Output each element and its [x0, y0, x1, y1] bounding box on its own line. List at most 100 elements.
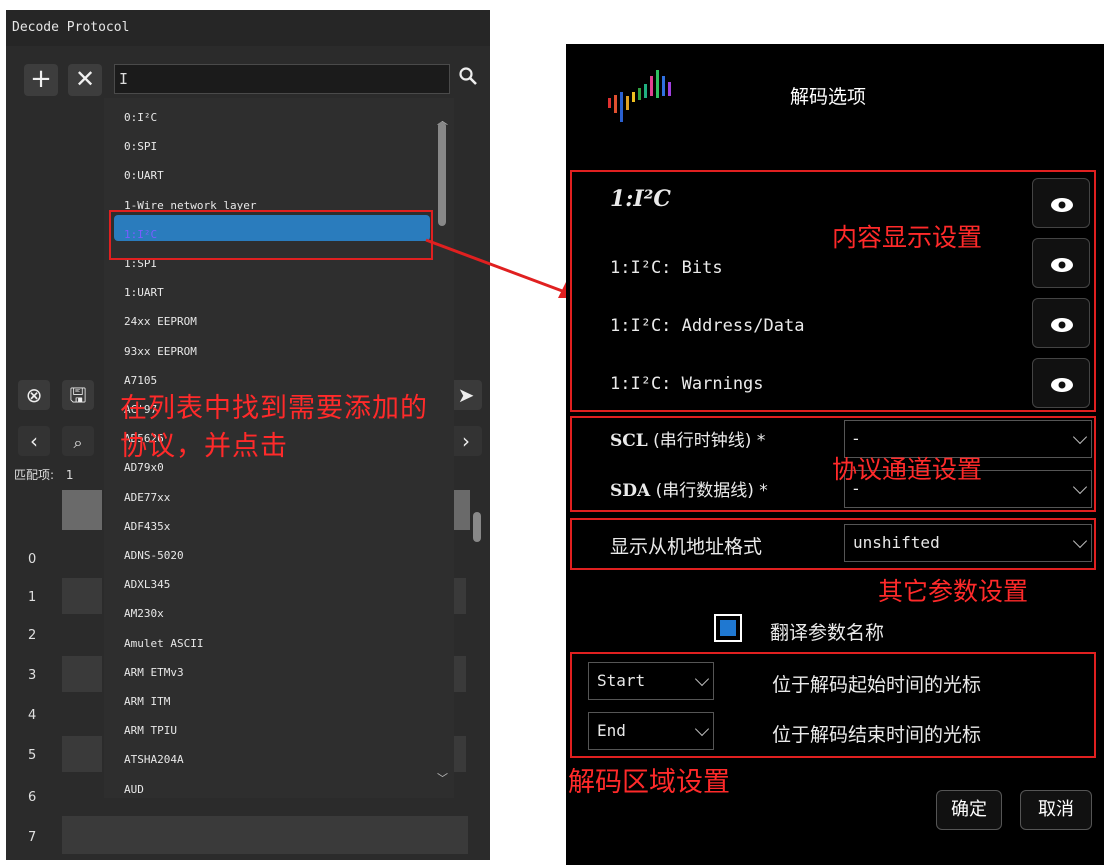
toggle-visibility-button[interactable] — [1032, 178, 1090, 228]
ok-button[interactable]: 确定 — [936, 790, 1002, 830]
end-value: End — [597, 721, 626, 740]
clock-icon: ⊗ — [25, 383, 43, 407]
protocol-list-item[interactable]: ADNS-5020 — [124, 546, 184, 566]
translate-checkbox[interactable] — [714, 614, 742, 642]
sda-label: SDA (串行数据线) * — [610, 476, 768, 501]
chevron-down-icon — [1072, 429, 1088, 445]
toggle-visibility-button[interactable] — [1032, 298, 1090, 348]
search-icon[interactable] — [456, 62, 482, 92]
table-header-cell — [452, 490, 470, 530]
search-icon: ⌕ — [73, 433, 83, 452]
row-number: 0 — [28, 552, 37, 567]
plus-icon: + — [30, 64, 52, 94]
content-row-label: 1:I²C: Bits — [610, 258, 723, 278]
scl-desc: (串行时钟线) — [653, 431, 752, 451]
protocol-list-item[interactable]: 0:UART — [124, 166, 164, 186]
scroll-down-icon[interactable]: ﹀ — [437, 770, 448, 786]
cancel-button[interactable]: 取消 — [1020, 790, 1092, 830]
find-button[interactable]: ⌕ — [62, 426, 94, 456]
content-row-label: 1:I²C: Address/Data — [610, 316, 805, 336]
scrollbar-thumb[interactable] — [438, 122, 446, 226]
table-cell — [62, 656, 102, 692]
table-cell — [62, 736, 102, 772]
protocol-search-input[interactable]: I — [114, 64, 450, 94]
protocol-list-item[interactable]: ATSHA204A — [124, 750, 184, 770]
table-row[interactable] — [62, 816, 468, 854]
table-scrollbar[interactable] — [472, 490, 482, 860]
dialog-title: 解码选项 — [790, 86, 867, 108]
protocol-list-item[interactable]: ADF435x — [124, 517, 170, 537]
save-icon: 🖫 — [69, 383, 87, 407]
protocol-list-item[interactable]: ADE77xx — [124, 488, 170, 508]
add-protocol-button[interactable]: + — [24, 64, 58, 96]
red-arrow — [425, 238, 578, 298]
timer-button[interactable]: ⊗ — [18, 380, 50, 410]
scl-label: SCL (串行时钟线) * — [610, 426, 765, 451]
table-cell — [452, 656, 466, 692]
end-cursor-select[interactable]: End — [588, 712, 714, 750]
protocol-list-item[interactable]: 0:SPI — [124, 137, 157, 157]
match-count: 1 — [65, 468, 74, 482]
table-header-cell — [62, 490, 102, 530]
checkbox-checked-mark — [720, 620, 736, 636]
table-cell — [452, 578, 466, 614]
slave-address-format-select[interactable]: unshifted — [844, 524, 1092, 562]
protocol-list-item[interactable]: ADXL345 — [124, 575, 170, 595]
toggle-visibility-button[interactable] — [1032, 358, 1090, 408]
previous-button[interactable]: ‹ — [18, 426, 50, 456]
protocol-list-item[interactable]: ARM TPIU — [124, 721, 177, 741]
end-cursor-label: 位于解码结束时间的光标 — [772, 724, 982, 746]
protocol-list-item[interactable]: 0:I²C — [124, 108, 157, 128]
chevron-down-icon — [694, 671, 710, 687]
next-button[interactable]: › — [450, 426, 482, 456]
start-cursor-select[interactable]: Start — [588, 662, 714, 700]
content-row-label: 1:I²C — [610, 186, 671, 212]
protocol-list-item[interactable]: A7105 — [124, 371, 157, 391]
app-logo-icon — [608, 70, 671, 122]
row-number: 1 — [28, 590, 37, 605]
toggle-visibility-button[interactable] — [1032, 238, 1090, 288]
translate-label: 翻译参数名称 — [770, 622, 885, 644]
chevron-down-icon — [694, 721, 710, 737]
protocol-list-item[interactable]: 1:UART — [124, 283, 164, 303]
slave-format-value: unshifted — [853, 533, 940, 552]
protocol-list-item[interactable]: ARM ETMv3 — [124, 663, 184, 683]
protocol-list-item[interactable]: Amulet ASCII — [124, 634, 203, 654]
row-number: 3 — [28, 668, 37, 683]
match-count-label: 匹配项: 1 — [14, 466, 74, 483]
match-label: 匹配项: — [14, 468, 55, 482]
content-row-label: 1:I²C: Warnings — [610, 374, 764, 394]
remove-protocol-button[interactable]: ✕ — [68, 64, 102, 96]
chevron-left-icon: ‹ — [30, 429, 38, 453]
row-number: 6 — [28, 790, 37, 805]
required-mark: * — [759, 481, 768, 501]
navigation-arrow-icon: ➤ — [457, 383, 475, 407]
row-number: 2 — [28, 628, 37, 643]
table-cell — [452, 736, 466, 772]
save-button[interactable]: 🖫 — [62, 380, 94, 410]
table-cell — [62, 578, 102, 614]
protocol-list-item[interactable]: ARM ITM — [124, 692, 170, 712]
protocol-list-item[interactable]: 93xx EEPROM — [124, 342, 197, 362]
scl-select-value: - — [853, 429, 859, 448]
chevron-down-icon — [1072, 533, 1088, 549]
annotation-decode-region: 解码区域设置 — [568, 767, 730, 798]
annotation-channel-settings: 协议通道设置 — [832, 455, 983, 484]
sda-name: SDA — [610, 481, 651, 501]
protocol-list-item[interactable]: 24xx EEPROM — [124, 312, 197, 332]
row-number: 7 — [28, 830, 37, 845]
chevron-right-icon: › — [462, 429, 470, 453]
chevron-down-icon — [1072, 479, 1088, 495]
decode-options-dialog: 解码选项 1:I²C 1:I²C: Bits 1:I²C: Address/Da… — [566, 44, 1104, 865]
scrollbar-thumb[interactable] — [473, 512, 481, 542]
locate-button[interactable]: ➤ — [450, 380, 482, 410]
protocol-list-item[interactable]: AM230x — [124, 604, 164, 624]
decode-protocol-panel: Decode Protocol + ✕ I ⊗ 🖫 ➤ ‹ ⌕ › 匹配项: 1… — [6, 10, 490, 860]
annotation-content-display: 内容显示设置 — [832, 223, 983, 252]
selected-item-outline — [109, 210, 433, 260]
protocol-list-item[interactable]: AUD — [124, 780, 144, 798]
annotation-find-protocol: 在列表中找到需要添加的协议，并点击 — [120, 393, 428, 462]
close-icon: ✕ — [74, 65, 96, 93]
row-number: 4 — [28, 708, 37, 723]
eye-icon — [1051, 258, 1073, 272]
